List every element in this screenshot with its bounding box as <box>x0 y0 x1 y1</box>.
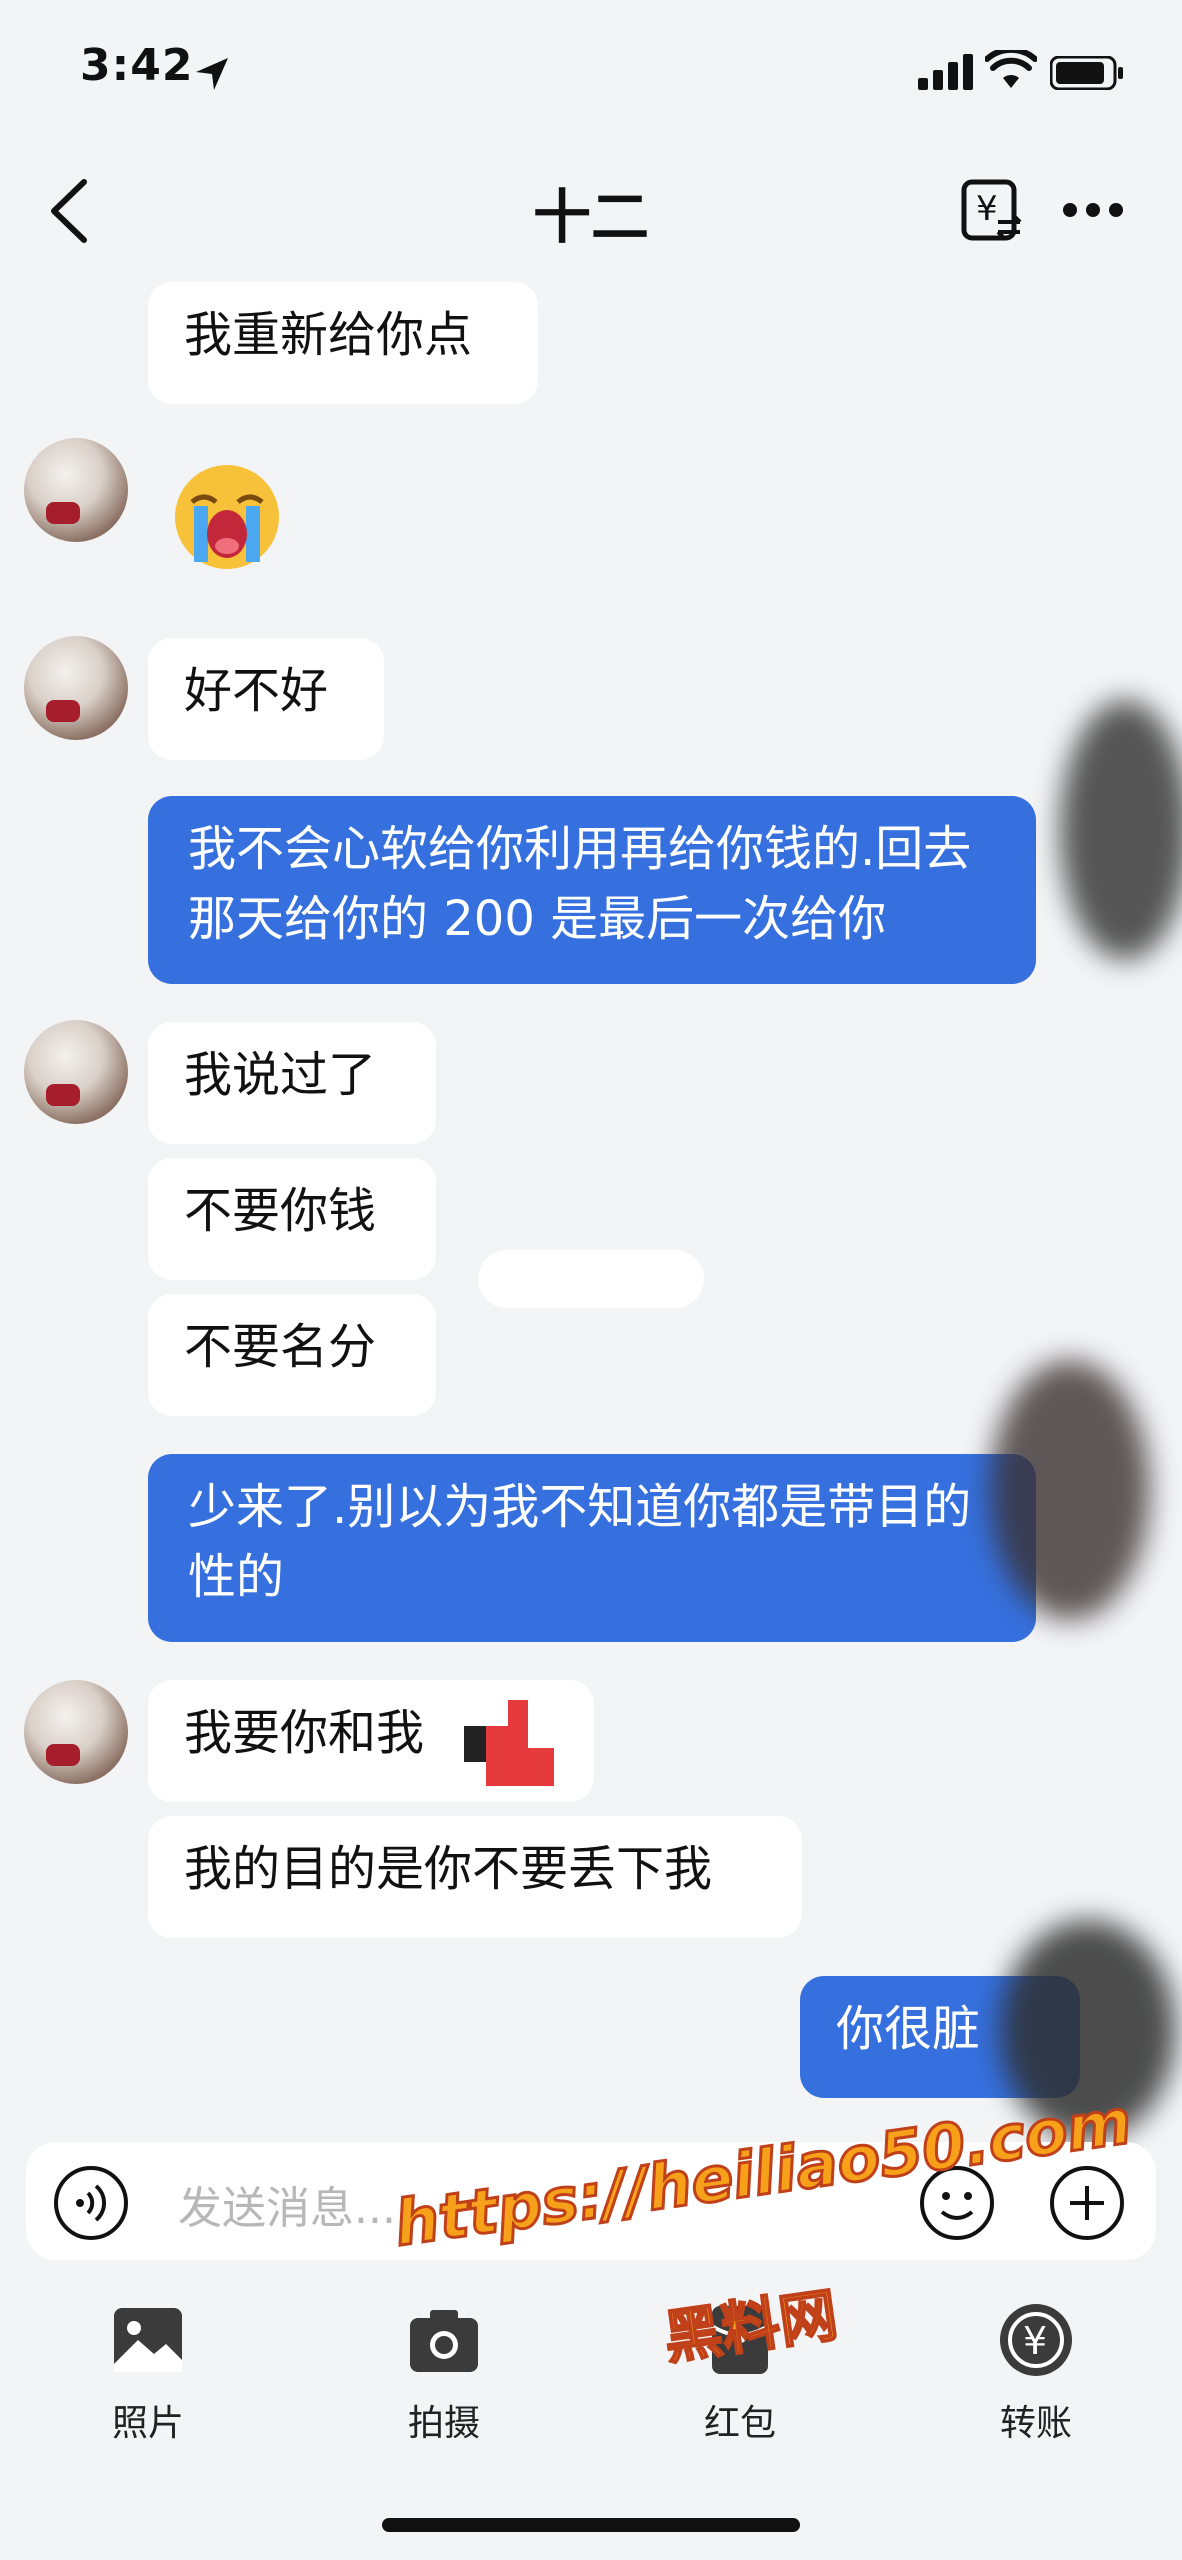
message-bubble-outgoing[interactable]: 少来了.别以为我不知道你都是带目的性的 <box>148 1454 1036 1642</box>
transfer-icon: ¥ <box>1000 2304 1072 2376</box>
wifi-icon <box>985 50 1037 88</box>
blurred-avatar-smudge <box>1060 700 1182 960</box>
add-attachment-icon[interactable] <box>1048 2164 1126 2242</box>
red-sticker-icon <box>464 1700 554 1786</box>
message-bubble-incoming[interactable]: 好不好 <box>148 638 384 760</box>
crying-face-emoji-icon[interactable] <box>172 462 282 572</box>
voice-input-icon[interactable] <box>52 2164 130 2242</box>
svg-text:¥: ¥ <box>976 189 998 229</box>
toolbar-photo[interactable]: 照片 <box>58 2300 238 2446</box>
contact-avatar[interactable] <box>24 1020 128 1124</box>
toolbar-transfer[interactable]: ¥ 转账 <box>946 2300 1126 2446</box>
message-bubble-outgoing[interactable]: 我不会心软给你利用再给你钱的.回去那天给你的 200 是最后一次给你 <box>148 796 1036 984</box>
status-time: 3:42 <box>80 40 194 91</box>
toolbar-label: 转账 <box>999 2403 1072 2444</box>
photo-icon <box>114 2308 182 2372</box>
contact-avatar[interactable] <box>24 438 128 542</box>
more-options-icon[interactable] <box>1062 198 1124 222</box>
contact-avatar[interactable] <box>24 636 128 740</box>
message-bubble-incoming[interactable]: 我重新给你点 <box>148 282 538 404</box>
contact-avatar[interactable] <box>24 1680 128 1784</box>
message-input[interactable]: 发送消息... <box>178 2172 396 2236</box>
toolbar-label: 拍摄 <box>407 2403 480 2444</box>
message-bubble-incoming[interactable]: 我说过了 <box>148 1022 436 1144</box>
home-indicator[interactable] <box>382 2518 800 2532</box>
message-bubble-incoming[interactable]: 不要你钱 <box>148 1158 436 1280</box>
blurred-avatar-smudge <box>990 1360 1150 1620</box>
toolbar-label: 照片 <box>111 2403 184 2444</box>
location-arrow-icon <box>196 58 228 90</box>
camera-icon <box>410 2310 478 2372</box>
battery-icon <box>1050 56 1123 90</box>
message-bubble-incoming[interactable]: 不要名分 <box>148 1294 436 1416</box>
cellular-signal-icon <box>918 54 973 90</box>
yuan-transfer-icon[interactable]: ¥ <box>960 178 1026 244</box>
svg-text:¥: ¥ <box>1023 2319 1047 2363</box>
toolbar-camera[interactable]: 拍摄 <box>354 2300 534 2446</box>
message-bubble-incoming[interactable]: 我的目的是你不要丢下我 <box>148 1816 802 1938</box>
redaction-patch <box>478 1250 704 1308</box>
toolbar-label: 红包 <box>703 2403 776 2444</box>
